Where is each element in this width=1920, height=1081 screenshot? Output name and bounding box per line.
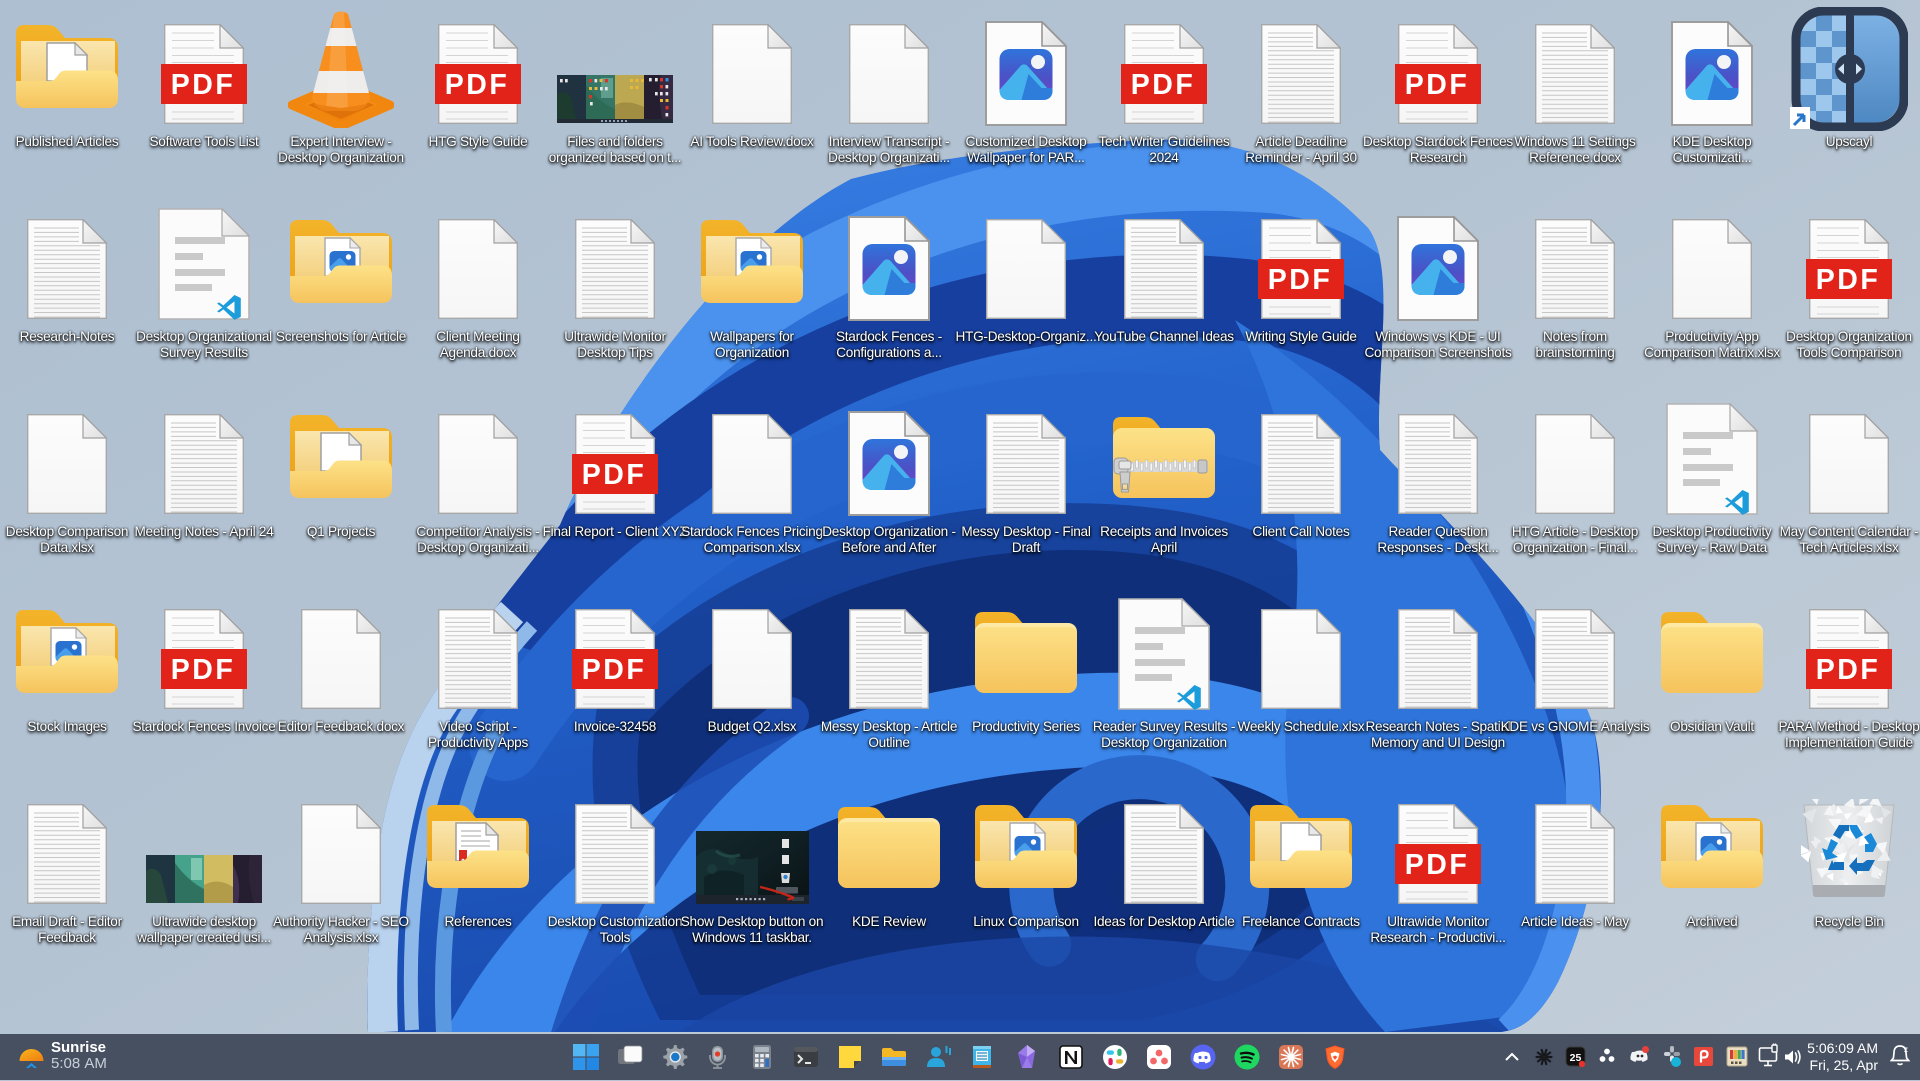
svg-text:z: z (1904, 1045, 1908, 1054)
